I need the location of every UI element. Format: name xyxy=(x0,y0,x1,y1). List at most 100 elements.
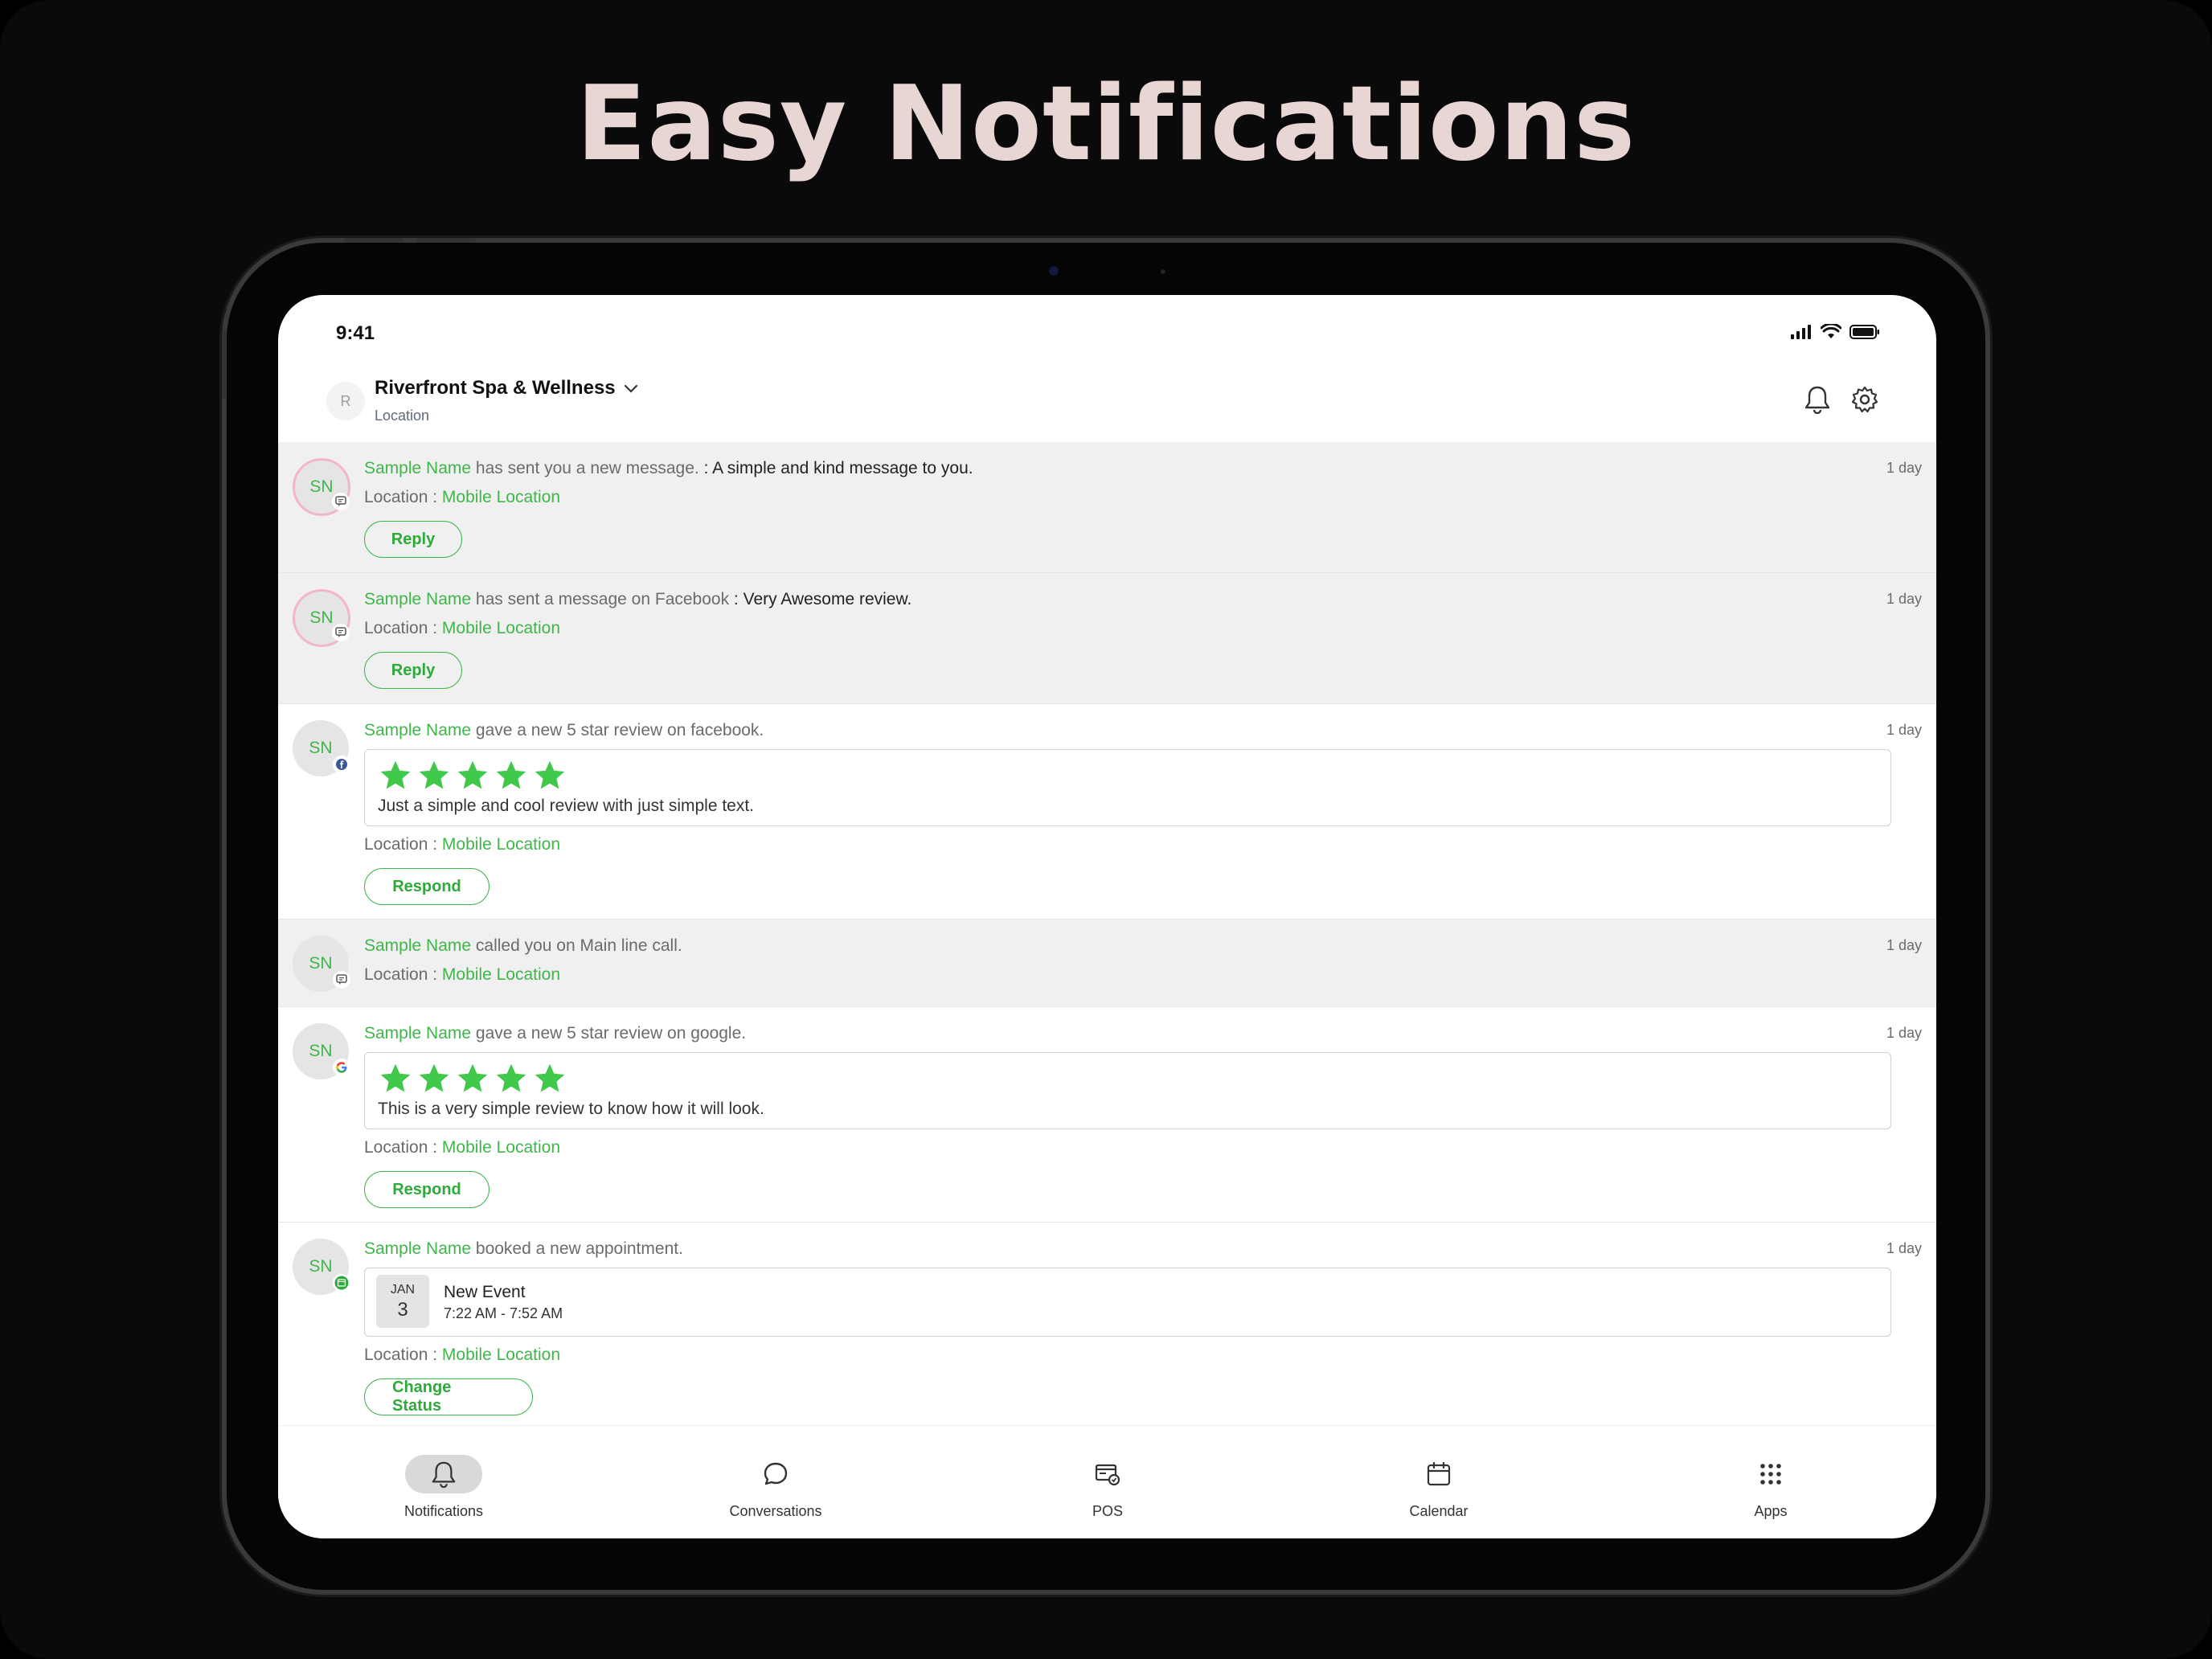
sender-name[interactable]: Sample Name xyxy=(364,459,471,477)
location-prefix: Location : xyxy=(364,1346,442,1364)
status-time: 9:41 xyxy=(336,322,375,344)
reply-button[interactable]: Reply xyxy=(364,521,462,558)
star-icon xyxy=(535,760,565,789)
sender-name[interactable]: Sample Name xyxy=(364,1024,471,1043)
avatar: SN xyxy=(293,589,350,647)
notification-message: : A simple and kind message to you. xyxy=(698,459,973,477)
notification-item[interactable]: SN Sample Name gave a new 5 star review … xyxy=(278,1007,1936,1223)
location-prefix: Location : xyxy=(364,965,442,984)
bell-icon[interactable] xyxy=(1801,383,1833,416)
avatar: SN xyxy=(293,720,350,776)
appointment-time: 7:22 AM - 7:52 AM xyxy=(444,1305,563,1321)
notification-action: gave a new 5 star review on facebook. xyxy=(471,721,764,739)
app-header: R Riverfront Spa & Wellness Location xyxy=(278,359,1936,443)
wifi-icon xyxy=(1820,322,1842,344)
date-month: JAN xyxy=(390,1283,416,1296)
tab-apps[interactable]: Apps xyxy=(1690,1455,1851,1520)
battery-icon xyxy=(1849,324,1880,344)
page-headline: Easy Notifications xyxy=(576,64,1636,184)
notification-item[interactable]: SN Sample Name gave a new 5 star review … xyxy=(278,704,1936,920)
notification-time: 1 day xyxy=(1886,1240,1922,1256)
star-icon xyxy=(535,1063,565,1092)
notification-content: Sample Name gave a new 5 star review on … xyxy=(364,1023,1891,1208)
avatar-initials: SN xyxy=(309,608,334,627)
notification-content: Sample Name booked a new appointment. JA… xyxy=(364,1239,1891,1415)
notification-time: 1 day xyxy=(1886,722,1922,738)
avatar-initials: SN xyxy=(309,477,334,496)
review-card: This is a very simple review to know how… xyxy=(364,1052,1891,1129)
notification-item[interactable]: SN Sample Name booked a new appointment.… xyxy=(278,1223,1936,1431)
avatar: SN xyxy=(293,1023,350,1079)
notification-time: 1 day xyxy=(1886,937,1922,953)
sender-name[interactable]: Sample Name xyxy=(364,1239,471,1258)
tab-calendar[interactable]: Calendar xyxy=(1358,1455,1519,1520)
notification-time: 1 day xyxy=(1886,1025,1922,1041)
tab-conversations[interactable]: Conversations xyxy=(695,1455,856,1520)
pos-icon xyxy=(1069,1455,1146,1493)
notification-action: booked a new appointment. xyxy=(471,1239,683,1258)
notification-content: Sample Name has sent a message on Facebo… xyxy=(364,589,1891,689)
notification-item[interactable]: SN Sample Name called you on Main line c… xyxy=(278,920,1936,1007)
date-day: 3 xyxy=(397,1299,408,1321)
appointment-title: New Event xyxy=(444,1283,526,1301)
tab-label: Conversations xyxy=(729,1503,822,1519)
notification-text: Sample Name called you on Main line call… xyxy=(364,936,1891,956)
notification-action: called you on Main line call. xyxy=(471,936,682,955)
location-value: Mobile Location xyxy=(441,835,560,854)
message-icon xyxy=(332,624,350,641)
notification-message: : Very Awesome review. xyxy=(729,590,912,608)
tab-label: Apps xyxy=(1754,1503,1788,1519)
respond-button[interactable]: Respond xyxy=(364,1171,490,1208)
appointment-card[interactable]: JAN 3 New Event 7:22 AM - 7:52 AM xyxy=(364,1268,1891,1337)
location-avatar[interactable]: R xyxy=(326,382,365,420)
location-value: Mobile Location xyxy=(441,488,560,506)
location-value: Mobile Location xyxy=(441,1138,560,1157)
location-line: Location : Mobile Location xyxy=(364,834,1891,855)
notification-action: has sent a message on Facebook xyxy=(471,590,730,608)
location-label: Location xyxy=(375,408,430,424)
star-icon xyxy=(457,760,488,789)
reply-button[interactable]: Reply xyxy=(364,652,462,689)
sender-name[interactable]: Sample Name xyxy=(364,590,471,608)
location-line: Location : Mobile Location xyxy=(364,618,1891,639)
location-line: Location : Mobile Location xyxy=(364,1345,1891,1366)
sender-name[interactable]: Sample Name xyxy=(364,936,471,955)
tab-label: Calendar xyxy=(1409,1503,1469,1519)
tab-pos[interactable]: POS xyxy=(1027,1455,1188,1520)
sender-name[interactable]: Sample Name xyxy=(364,721,471,739)
front-camera xyxy=(1049,266,1059,276)
bell-icon xyxy=(405,1455,482,1493)
gear-icon[interactable] xyxy=(1849,383,1881,416)
signal-icon xyxy=(1790,324,1813,344)
apps-grid-icon xyxy=(1732,1455,1809,1493)
notification-content: Sample Name gave a new 5 star review on … xyxy=(364,720,1891,905)
location-switcher[interactable]: Riverfront Spa & Wellness xyxy=(375,377,638,399)
avatar-initials: SN xyxy=(309,1042,333,1060)
review-text: Just a simple and cool review with just … xyxy=(378,797,755,815)
avatar: SN xyxy=(293,936,350,992)
location-line: Location : Mobile Location xyxy=(364,487,1891,508)
message-icon xyxy=(333,971,350,989)
location-prefix: Location : xyxy=(364,835,442,854)
bottom-tab-bar: Notifications Conversations POS Calendar… xyxy=(278,1425,1936,1538)
change-status-button[interactable]: Change Status xyxy=(364,1378,533,1415)
app-screen: 9:41 R Riverfront Spa & Wellness Locatio… xyxy=(278,295,1936,1538)
star-icon xyxy=(419,1063,449,1092)
star-icon xyxy=(419,760,449,789)
star-icon xyxy=(457,1063,488,1092)
star-rating xyxy=(378,758,1878,793)
notification-item[interactable]: SN Sample Name has sent a message on Fac… xyxy=(278,573,1936,704)
avatar: SN xyxy=(293,458,350,516)
tab-notifications[interactable]: Notifications xyxy=(363,1455,524,1520)
power-button xyxy=(222,330,227,399)
review-card: Just a simple and cool review with just … xyxy=(364,749,1891,826)
respond-button[interactable]: Respond xyxy=(364,868,490,905)
chevron-down-icon xyxy=(624,377,638,399)
tab-label: POS xyxy=(1092,1503,1123,1519)
notification-item[interactable]: SN Sample Name has sent you a new messag… xyxy=(278,442,1936,573)
calendar-icon xyxy=(1400,1455,1477,1493)
star-icon xyxy=(496,1063,526,1092)
tab-label: Notifications xyxy=(403,1503,484,1519)
notification-list: SN Sample Name has sent you a new messag… xyxy=(278,442,1936,1431)
star-icon xyxy=(380,760,411,789)
